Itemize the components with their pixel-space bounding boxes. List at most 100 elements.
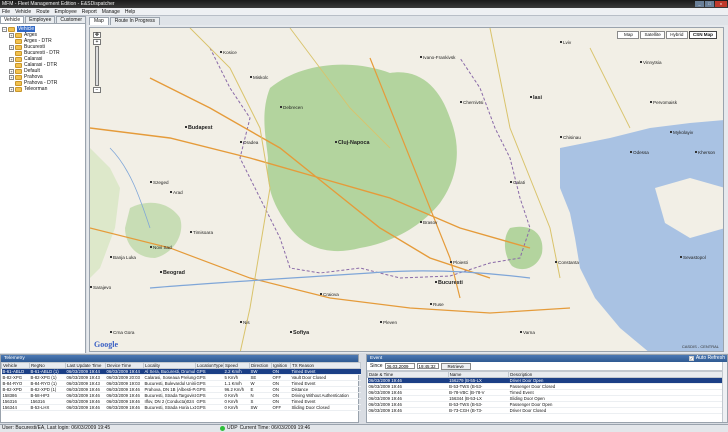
tab-customer[interactable]: Customer: [56, 16, 87, 23]
map-city-marker: [335, 141, 337, 143]
auto-refresh-checkbox[interactable]: ✓: [688, 356, 694, 361]
menu-employee[interactable]: Employee: [55, 8, 77, 15]
event-table: Date & Time Name Description 06/03/2009 19…: [367, 371, 727, 414]
auto-refresh[interactable]: ✓ Auto Refresh: [688, 355, 725, 362]
table-row[interactable]: B-61-ABLD B-61-ABLD (1) 06/03/2009 19:44 06…: [1, 368, 361, 375]
map-city-label: Sofiya: [293, 330, 310, 336]
status-udp: UDP: [227, 425, 238, 431]
table-cell: Driver Door Closed: [508, 407, 727, 414]
zoom-slider[interactable]: [95, 46, 99, 86]
map-city-label: Craiova: [323, 292, 339, 297]
table-cell: 06/03/2009 19:46: [65, 398, 106, 405]
map-city-label: Arad: [173, 190, 183, 195]
map-city-marker: [510, 181, 512, 183]
map-city-marker: [280, 106, 282, 108]
zoom-out-button[interactable]: −: [93, 87, 101, 93]
table-row[interactable]: B-82-XPG B-82-XPG (1) 06/03/2009 19:43 06/0…: [1, 374, 361, 381]
map-city-marker: [420, 56, 422, 58]
table-cell: 06/03/2009 19:03: [105, 380, 144, 387]
pan-icon[interactable]: ✥: [93, 32, 101, 38]
menu-vehicle[interactable]: Vehicle: [15, 8, 31, 15]
since-date-input[interactable]: [384, 363, 415, 369]
map-city-marker: [185, 126, 187, 128]
map-city-label: Bucuresti: [438, 280, 463, 286]
tab-employee[interactable]: Employee: [25, 16, 56, 23]
connection-status-icon: [220, 426, 225, 431]
expand-toggle-icon[interactable]: +: [9, 74, 14, 80]
zoom-control: ✥ + −: [93, 32, 101, 94]
map-city-label: Vinnytsia: [643, 60, 662, 65]
close-button[interactable]: x: [715, 1, 727, 7]
menu-manage[interactable]: Manage: [102, 8, 120, 15]
map-type-hybrid[interactable]: Hybrid: [665, 31, 688, 39]
map-type-csn[interactable]: CSN Map: [688, 31, 717, 39]
table-cell: Bucuresti, Bulevardul Unirii: [143, 380, 196, 387]
table-cell: 0 Km/h: [223, 404, 250, 411]
map-city-label: Ploiesti: [453, 260, 468, 265]
map-city-label: Kherson: [698, 150, 716, 155]
left-panel: Vehicle Employee Customer − Vehicle + Arges…: [0, 16, 87, 353]
map-panel: Map Route In Progress Lviv Chernivtsi Ivan…: [87, 16, 728, 353]
event-filter: Since Retrieve: [367, 362, 727, 371]
tab-map[interactable]: Map: [89, 17, 109, 25]
map-city-label: Sarajevo: [93, 285, 112, 290]
table-cell: 06/03/2009 19:46: [105, 386, 144, 393]
map-city-label: Nis: [243, 320, 250, 325]
map-city-label: Sevastopol: [683, 255, 706, 260]
table-row[interactable]: B-84-RYO B-84-RYO (1) 06/03/2009 19:43 06/0…: [1, 380, 361, 387]
folder-icon: [15, 62, 22, 68]
window-title: MFM - Fleet Management Edition - E&SDisp…: [2, 1, 115, 7]
menu-file[interactable]: File: [2, 8, 10, 15]
column-header[interactable]: Direction: [249, 362, 272, 369]
map-city-marker: [555, 261, 557, 263]
menu-report[interactable]: Report: [82, 8, 97, 15]
table-cell: 06/03/2009 19:43: [65, 380, 106, 387]
expand-toggle-icon[interactable]: −: [2, 26, 7, 32]
expand-toggle-icon[interactable]: +: [9, 86, 14, 92]
menu-route[interactable]: Route: [36, 8, 49, 15]
map-view[interactable]: Lviv Chernivtsi Ivano-Frankivsk Kosice Misko…: [89, 27, 724, 352]
map-city-marker: [650, 101, 652, 103]
map-city-label: Cluj-Napoca: [338, 140, 370, 146]
map-city-marker: [630, 151, 632, 153]
expand-toggle-icon[interactable]: +: [9, 32, 14, 38]
column-header[interactable]: LocationType: [195, 362, 224, 369]
map-city-label: Varna: [523, 330, 535, 335]
map-city-label: Ivano-Frankivsk: [423, 55, 456, 60]
table-cell: 06/03/2009 19:46: [367, 407, 449, 414]
vehicle-tree: − Vehicle + Arges Arges - DTR + Bucuresti Bucur…: [0, 24, 85, 94]
column-header[interactable]: Last Update Time: [65, 362, 106, 369]
table-row[interactable]: 156344 B-53-LHX 06/03/2009 19:46 06/03/2009…: [1, 404, 361, 411]
menu-help[interactable]: Help: [125, 8, 135, 15]
map-type-map[interactable]: Map: [617, 31, 640, 39]
menu-bar: File Vehicle Route Employee Report Manag…: [0, 8, 728, 16]
map-city-marker: [240, 141, 242, 143]
map-city-label: Odessa: [633, 150, 649, 155]
table-cell: GPS: [195, 404, 224, 411]
maximize-button[interactable]: □: [705, 1, 714, 7]
table-cell: 06/03/2009 19:44: [65, 368, 106, 375]
map-city-label: Szeged: [153, 180, 169, 185]
window-controls: _ □ x: [695, 1, 727, 7]
expand-toggle-icon[interactable]: +: [9, 56, 14, 62]
tab-vehicle[interactable]: Vehicle: [0, 16, 25, 23]
map-city-marker: [380, 321, 382, 323]
expand-toggle-icon[interactable]: +: [9, 68, 14, 74]
map-tabs: Map Route In Progress: [87, 16, 728, 25]
map-city-label: Lviv: [563, 40, 572, 45]
zoom-in-button[interactable]: +: [93, 39, 101, 45]
table-row[interactable]: B-82-XPD B-82-XPD (1) 06/03/2009 19:46 06/0…: [1, 386, 361, 393]
table-row[interactable]: 06/03/2009 19:46 B-73-CGH (B-73- Driver Do…: [367, 407, 727, 414]
tree-item[interactable]: + Teleorman: [2, 86, 83, 92]
since-time-input[interactable]: [416, 363, 439, 369]
since-label: Since: [370, 363, 383, 369]
map-city-label: Constanta: [558, 260, 579, 265]
expand-toggle-icon[interactable]: +: [9, 44, 14, 50]
minimize-button[interactable]: _: [695, 1, 704, 7]
tab-route-in-progress[interactable]: Route In Progress: [109, 17, 161, 25]
map-type-satellite[interactable]: Satellite: [640, 31, 665, 39]
retrieve-button[interactable]: Retrieve: [440, 362, 471, 370]
event-scrollbar[interactable]: [722, 362, 727, 422]
table-cell: Calarasi, Soseaua Prelungir: [143, 374, 196, 381]
map-city-marker: [190, 231, 192, 233]
